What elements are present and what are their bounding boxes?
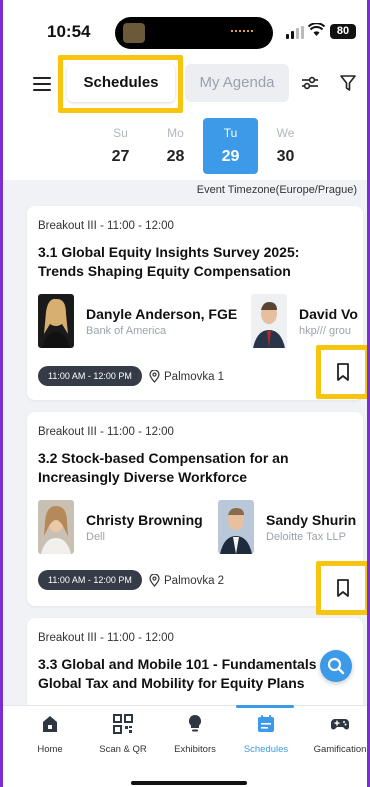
session-title: 3.1 Global Equity Insights Survey 2025: … bbox=[38, 244, 300, 279]
audio-wave-icon bbox=[231, 30, 253, 36]
session-card[interactable]: Breakout III - 11:00 - 12:00 3.2 Stock-b… bbox=[27, 412, 363, 606]
calendar-icon bbox=[258, 715, 274, 732]
speaker-name: Christy Browning bbox=[86, 512, 203, 528]
home-indicator bbox=[131, 781, 247, 785]
speaker-avatar bbox=[251, 294, 287, 348]
tab-schedules[interactable]: Schedules bbox=[67, 64, 175, 102]
session-slot: Breakout III - 11:00 - 12:00 bbox=[38, 220, 174, 232]
speaker[interactable]: David Vo hkp/// grou bbox=[251, 294, 363, 350]
speaker-avatar bbox=[218, 500, 254, 554]
signal-icon bbox=[286, 26, 304, 39]
speaker[interactable]: Danyle Anderson, FGE Bank of America bbox=[38, 294, 248, 350]
session-location: Palmovka 1 bbox=[149, 370, 224, 383]
bookmark-button[interactable] bbox=[316, 561, 367, 615]
session-time-pill: 11:00 AM - 12:00 PM bbox=[38, 366, 142, 386]
session-card[interactable]: Breakout III - 11:00 - 12:00 3.1 Global … bbox=[27, 206, 363, 400]
speaker-avatar bbox=[38, 500, 74, 554]
tab-my-agenda[interactable]: My Agenda bbox=[185, 64, 289, 102]
location-label: Palmovka 2 bbox=[164, 574, 225, 587]
nav-home[interactable]: Home bbox=[15, 714, 85, 755]
nav-gamification[interactable]: Gamification bbox=[305, 714, 367, 755]
day-mo[interactable]: Mo 28 bbox=[148, 118, 203, 174]
speaker[interactable]: Sandy Shurin Deloitte Tax LLP bbox=[218, 500, 363, 556]
session-time-pill: 11:00 AM - 12:00 PM bbox=[38, 570, 142, 590]
bottom-nav: Home Scan & QR Exhibitors Schedules Gami… bbox=[3, 705, 367, 787]
location-label: Palmovka 1 bbox=[164, 370, 225, 383]
dynamic-island bbox=[115, 17, 273, 49]
session-location: Palmovka 2 bbox=[149, 574, 224, 587]
day-selector: Su 27 Mo 28 Tu 29 We 30 bbox=[93, 118, 313, 174]
session-slot: Breakout III - 11:00 - 12:00 bbox=[38, 426, 174, 438]
speaker-org: Deloitte Tax LLP bbox=[266, 531, 346, 543]
active-tab-indicator bbox=[236, 705, 294, 708]
session-slot: Breakout III - 11:00 - 12:00 bbox=[38, 632, 174, 644]
sliders-icon[interactable] bbox=[301, 74, 319, 92]
bookmark-icon bbox=[337, 363, 349, 381]
app-screen: 10:54 80 Schedules My Agenda Su27 Mo28 bbox=[0, 0, 370, 787]
search-icon bbox=[327, 657, 345, 675]
lightbulb-icon bbox=[188, 714, 202, 732]
location-pin-icon bbox=[149, 574, 160, 587]
session-title: 3.3 Global and Mobile 101 - Fundamentals… bbox=[38, 656, 334, 691]
session-card[interactable]: Breakout III - 11:00 - 12:00 3.3 Global … bbox=[27, 618, 363, 718]
session-title: 3.2 Stock-based Compensation for an Incr… bbox=[38, 450, 289, 485]
speaker-org: Dell bbox=[86, 531, 105, 543]
search-button[interactable] bbox=[320, 650, 352, 682]
nav-exhibitors[interactable]: Exhibitors bbox=[160, 714, 230, 755]
event-timezone: Event Timezone(Europe/Prague) bbox=[196, 184, 357, 196]
qr-icon bbox=[113, 714, 133, 734]
speaker[interactable]: Christy Browning Dell bbox=[38, 500, 218, 556]
schedule-header: Schedules My Agenda Su 27 Mo 28 Tu 29 We 30 bbox=[3, 55, 367, 180]
speaker-name: Sandy Shurin bbox=[266, 512, 357, 528]
battery-icon: 80 bbox=[330, 24, 356, 39]
bookmark-button[interactable] bbox=[316, 345, 367, 399]
speaker-name: Danyle Anderson, FGE bbox=[86, 306, 238, 322]
nav-scan-qr[interactable]: Scan & QR bbox=[88, 714, 158, 755]
day-su[interactable]: Su 27 bbox=[93, 118, 148, 174]
day-tu[interactable]: Tu 29 bbox=[203, 118, 258, 174]
speaker-org: Bank of America bbox=[86, 325, 167, 337]
now-playing-artwork bbox=[123, 23, 145, 43]
nav-schedules[interactable]: Schedules bbox=[231, 714, 301, 755]
filter-icon[interactable] bbox=[339, 74, 357, 92]
gamepad-icon bbox=[331, 719, 349, 730]
day-we[interactable]: We 30 bbox=[258, 118, 313, 174]
speaker-org: hkp/// grou bbox=[299, 325, 351, 337]
status-time: 10:54 bbox=[47, 22, 91, 41]
bookmark-icon bbox=[337, 579, 349, 597]
speaker-avatar bbox=[38, 294, 74, 348]
wifi-icon bbox=[307, 22, 326, 41]
menu-icon[interactable] bbox=[33, 77, 51, 95]
location-pin-icon bbox=[149, 370, 160, 383]
speaker-name: David Vo bbox=[299, 306, 358, 322]
home-icon bbox=[43, 716, 57, 732]
status-bar: 10:54 80 bbox=[3, 0, 367, 62]
